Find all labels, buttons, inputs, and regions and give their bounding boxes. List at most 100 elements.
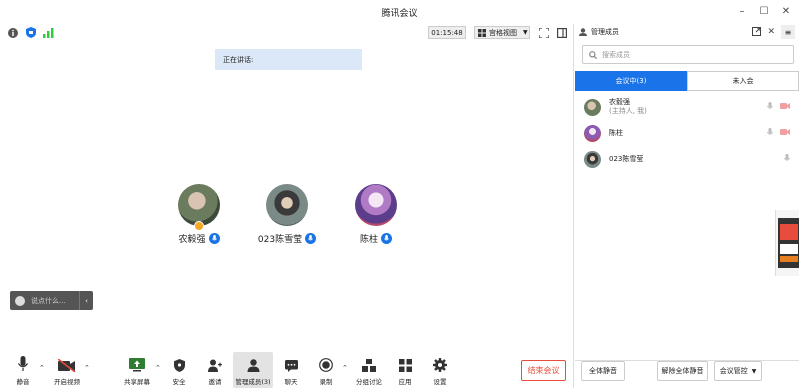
minimize-icon[interactable]: – (737, 5, 747, 17)
list-item[interactable]: 陈柱 (575, 120, 799, 146)
meeting-control-label: 会议管控 (719, 367, 748, 375)
manage-members-button[interactable]: 管理成员(3) (233, 352, 273, 388)
list-item[interactable]: 农毅强 (主持人, 我) (575, 94, 799, 120)
camera-off-icon[interactable] (780, 102, 790, 112)
chat-button[interactable]: 聊天 (279, 352, 303, 388)
chevron-left-icon[interactable]: ‹ (79, 291, 93, 310)
host-badge (194, 221, 204, 231)
microphone-icon (305, 233, 317, 244)
gear-icon (433, 358, 447, 372)
record-button[interactable]: 录制 (314, 352, 338, 388)
close-icon[interactable]: ✕ (767, 27, 775, 37)
apps-button[interactable]: 应用 (393, 352, 417, 388)
grid-icon (478, 28, 486, 37)
floating-widget[interactable] (775, 210, 799, 276)
camera-off-icon[interactable] (780, 128, 790, 138)
participant-name: 023陈雪莹 (257, 235, 303, 245)
record-label: 录制 (319, 378, 333, 386)
close-icon[interactable]: ✕ (781, 5, 791, 17)
end-meeting-button[interactable]: 结束会议 (521, 360, 566, 381)
security-button[interactable]: 安全 (167, 352, 191, 388)
member-name: 农毅强 (609, 98, 630, 106)
meeting-timer: 01:15:48 (428, 26, 466, 39)
security-label: 安全 (172, 378, 186, 386)
emoji-icon[interactable] (15, 295, 25, 306)
mute-label: 静音 (16, 378, 30, 386)
microphone-icon (18, 356, 28, 371)
chevron-up-icon[interactable]: ⌃ (155, 364, 161, 372)
breakout-rooms-label: 分组讨论 (356, 378, 382, 386)
chevron-up-icon[interactable]: ⌃ (84, 364, 90, 372)
invite-button[interactable]: 邀请 (203, 352, 227, 388)
manage-members-label: 管理成员(3) (235, 378, 271, 386)
unmute-all-button[interactable]: 解除全体静音 (657, 361, 708, 381)
view-mode-label: 宫格视图 (489, 28, 517, 37)
participant-name: 陈柱 (359, 235, 378, 245)
list-item[interactable]: 023陈雪莹 (575, 146, 799, 172)
chat-icon (284, 360, 298, 372)
microphone-icon (208, 233, 220, 244)
settings-button[interactable]: 设置 (428, 352, 452, 388)
search-placeholder: 搜索成员 (602, 50, 630, 59)
panel-title: 管理成员 (591, 28, 619, 36)
share-screen-label: 共享屏幕 (124, 378, 150, 386)
meeting-toolbar: 静音 ⌃ 开启视频 ⌃ 共享屏幕 ⌃ 安全 邀请 管理成员(3) 聊天 录制 ⌃… (0, 352, 574, 388)
meeting-window: 腾讯会议 – ☐ ✕ 01:15:48 宫格视图 ▼ 正在讲话: 农毅强 023… (0, 0, 799, 388)
view-mode-button[interactable]: 宫格视图 ▼ (474, 26, 530, 39)
panel-footer: 全体静音 解除全体静音 会议管控 ▼ (575, 360, 799, 382)
avatar (178, 184, 220, 231)
sidebar-toggle-icon[interactable] (556, 27, 567, 38)
add-user-icon (208, 359, 222, 372)
popout-icon[interactable] (752, 26, 762, 38)
window-title: 腾讯会议 (381, 9, 418, 19)
window-controls: – ☐ ✕ (737, 5, 791, 17)
maximize-icon[interactable]: ☐ (759, 5, 769, 17)
member-role: (主持人, 我) (609, 107, 647, 115)
participant-tile[interactable]: 农毅强 (159, 184, 239, 245)
info-icon[interactable] (7, 27, 18, 38)
shield-icon[interactable] (25, 27, 36, 38)
microphone-icon (381, 233, 392, 244)
tab-in-meeting[interactable]: 会议中(3) (575, 71, 687, 91)
user-icon (579, 28, 587, 36)
apps-label: 应用 (398, 378, 412, 386)
breakout-rooms-button[interactable]: 分组讨论 (354, 352, 384, 388)
participant-name: 农毅强 (178, 235, 206, 245)
chevron-up-icon[interactable]: ⌃ (39, 364, 45, 372)
settings-label: 设置 (433, 378, 447, 386)
avatar (584, 98, 601, 116)
mute-all-button[interactable]: 全体静音 (581, 361, 625, 381)
start-video-button[interactable]: 开启视频 (50, 352, 84, 388)
panel-header: 管理成员 ✕ ≡ (575, 24, 799, 40)
participant-tile[interactable]: 023陈雪莹 (247, 184, 327, 245)
member-search-input[interactable]: 搜索成员 (582, 45, 794, 64)
search-icon (589, 50, 597, 59)
meeting-stage: 01:15:48 宫格视图 ▼ 正在讲话: 农毅强 023陈雪莹 陈柱 说点什么… (0, 24, 574, 388)
tab-not-joined[interactable]: 未入会 (687, 71, 799, 91)
mute-button[interactable]: 静音 (12, 352, 34, 388)
chevron-down-icon: ▼ (523, 29, 528, 36)
invite-label: 邀请 (208, 378, 222, 386)
participant-tile[interactable]: 陈柱 (336, 184, 416, 245)
microphone-icon[interactable] (783, 154, 791, 165)
meeting-control-button[interactable]: 会议管控 ▼ (714, 361, 762, 381)
title-bar: 腾讯会议 – ☐ ✕ (0, 0, 799, 24)
microphone-icon[interactable] (766, 102, 774, 113)
share-screen-icon (129, 358, 145, 372)
chat-label: 聊天 (284, 378, 298, 386)
avatar (355, 184, 397, 226)
member-name: 023陈雪莹 (609, 154, 644, 163)
member-tabs: 会议中(3) 未入会 (575, 71, 799, 91)
signal-icon[interactable] (43, 27, 54, 38)
chevron-up-icon[interactable]: ⌃ (342, 364, 348, 372)
chat-quick-input[interactable]: 说点什么... ‹ (10, 291, 93, 310)
menu-icon[interactable]: ≡ (781, 25, 795, 39)
chat-placeholder: 说点什么... (31, 296, 66, 305)
breakout-icon (362, 359, 376, 372)
share-screen-button[interactable]: 共享屏幕 (120, 352, 154, 388)
avatar (584, 150, 601, 168)
microphone-icon[interactable] (766, 128, 774, 139)
shield-icon (173, 359, 185, 372)
status-bar: 01:15:48 宫格视图 ▼ (0, 24, 574, 42)
fullscreen-icon[interactable] (538, 27, 549, 38)
